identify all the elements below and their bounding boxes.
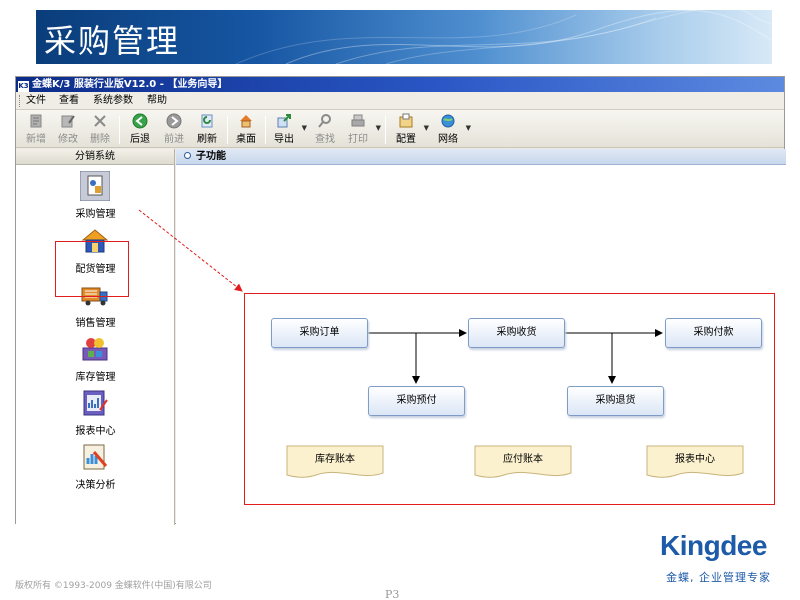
flow-doc-payable-ledger[interactable]: 应付账本 [474, 445, 572, 481]
sidebar-item-purchase[interactable]: 采购管理 [16, 171, 175, 221]
sidebar: 分销系统 采购管理 配货管理 销售管理 库存管理 报表中心 决策分析 [16, 149, 175, 525]
circle-bullet-icon [184, 152, 191, 159]
window-titlebar: K3 金蝶K/3 服装行业版V12.0 - 【业务向导】 [16, 77, 784, 92]
edit-icon [61, 115, 75, 128]
toolbar-export-button[interactable]: 导出 ▼ [268, 112, 307, 146]
k3-logo-icon: K3 [18, 81, 29, 92]
copyright-text: 版权所有 ©1993-2009 金蝶软件(中国)有限公司 [15, 581, 212, 591]
export-icon [277, 114, 291, 128]
kingdee-logo: Kingdee [660, 530, 767, 561]
find-icon [318, 114, 331, 128]
sidebar-header: 分销系统 [16, 149, 174, 165]
content-header: 子功能 [176, 149, 786, 165]
flow-box-purchase-return[interactable]: 采购退货 [567, 386, 664, 416]
sidebar-item-label: 采购管理 [75, 209, 116, 220]
toolbar-config-button[interactable]: 配置 ▼ [390, 112, 429, 146]
flow-box-purchase-order[interactable]: 采购订单 [271, 318, 368, 348]
sidebar-item-label: 库存管理 [75, 372, 116, 383]
sidebar-item-analysis[interactable]: 决策分析 [16, 442, 175, 492]
config-icon [399, 113, 413, 128]
menu-help[interactable]: 帮助 [147, 92, 167, 110]
brand-tagline: 金蝶, 企业管理专家 [666, 571, 771, 584]
toolbar-separator [265, 116, 266, 144]
title-banner: 采购管理 [36, 10, 772, 64]
export-dropdown-arrow-icon[interactable]: ▼ [302, 124, 307, 132]
delete-icon [94, 115, 106, 127]
flow-doc-inventory-ledger[interactable]: 库存账本 [286, 445, 384, 481]
back-icon [132, 113, 148, 129]
flow-box-purchase-receipt[interactable]: 采购收货 [468, 318, 565, 348]
desktop-icon [240, 115, 252, 128]
window-title: 金蝶K/3 服装行业版V12.0 - 【业务向导】 [32, 79, 228, 90]
toolbar-print-button[interactable]: 打印 ▼ [342, 112, 381, 146]
analysis-icon [83, 444, 108, 470]
flow-box-purchase-payment[interactable]: 采购付款 [665, 318, 762, 348]
config-dropdown-arrow-icon[interactable]: ▼ [424, 124, 429, 132]
toolbar-back-button[interactable]: 后退 [124, 112, 156, 146]
toolbar-delete-button[interactable]: 删除 [84, 112, 116, 146]
slide-title: 采购管理 [44, 22, 181, 60]
toolbar-edit-button[interactable]: 修改 [52, 112, 84, 146]
menu-bar: 文件 查看 系统参数 帮助 [16, 92, 784, 110]
menubar-grip-icon [19, 95, 22, 107]
toolbar-refresh-button[interactable]: 刷新 [191, 112, 223, 146]
sidebar-item-label: 报表中心 [75, 426, 116, 437]
page-number: P3 [385, 588, 400, 600]
sidebar-item-reports[interactable]: 报表中心 [16, 388, 175, 438]
slide: 采购管理 K3 金蝶K/3 服装行业版V12.0 - 【业务向导】 文件 查看 系… [0, 0, 800, 600]
sidebar-item-inventory[interactable]: 库存管理 [16, 334, 175, 384]
toolbar-separator [227, 116, 228, 144]
toolbar-separator [119, 116, 120, 144]
selection-highlight-box [55, 241, 129, 297]
toolbar-network-button[interactable]: 网络 ▼ [432, 112, 471, 146]
network-dropdown-arrow-icon[interactable]: ▼ [466, 124, 471, 132]
print-icon [351, 114, 365, 127]
flow-box-purchase-prepayment[interactable]: 采购预付 [368, 386, 465, 416]
toolbar-separator [385, 116, 386, 144]
toolbar-forward-button[interactable]: 前进 [158, 112, 190, 146]
sidebar-item-label: 决策分析 [75, 480, 116, 491]
flow-doc-report-center[interactable]: 报表中心 [646, 445, 744, 481]
sidebar-item-label: 销售管理 [75, 318, 116, 329]
inventory-icon [82, 338, 108, 361]
report-icon [83, 390, 108, 416]
forward-icon [166, 113, 182, 129]
toolbar-find-button[interactable]: 查找 [309, 112, 341, 146]
toolbar-new-button[interactable]: 新增 [20, 112, 52, 146]
menu-file[interactable]: 文件 [26, 92, 46, 110]
toolbar: 新增 修改 删除 后退 前进 刷新 桌面 导出 ▼ 查找 打印 ▼ 配置 ▼ 网… [16, 110, 784, 148]
purchase-icon [80, 171, 110, 201]
menu-view[interactable]: 查看 [59, 92, 79, 110]
print-dropdown-arrow-icon[interactable]: ▼ [376, 124, 381, 132]
network-icon [441, 114, 455, 128]
new-icon [30, 114, 42, 128]
refresh-icon [201, 114, 213, 128]
toolbar-desktop-button[interactable]: 桌面 [230, 112, 262, 146]
menu-system-params[interactable]: 系统参数 [93, 92, 133, 110]
